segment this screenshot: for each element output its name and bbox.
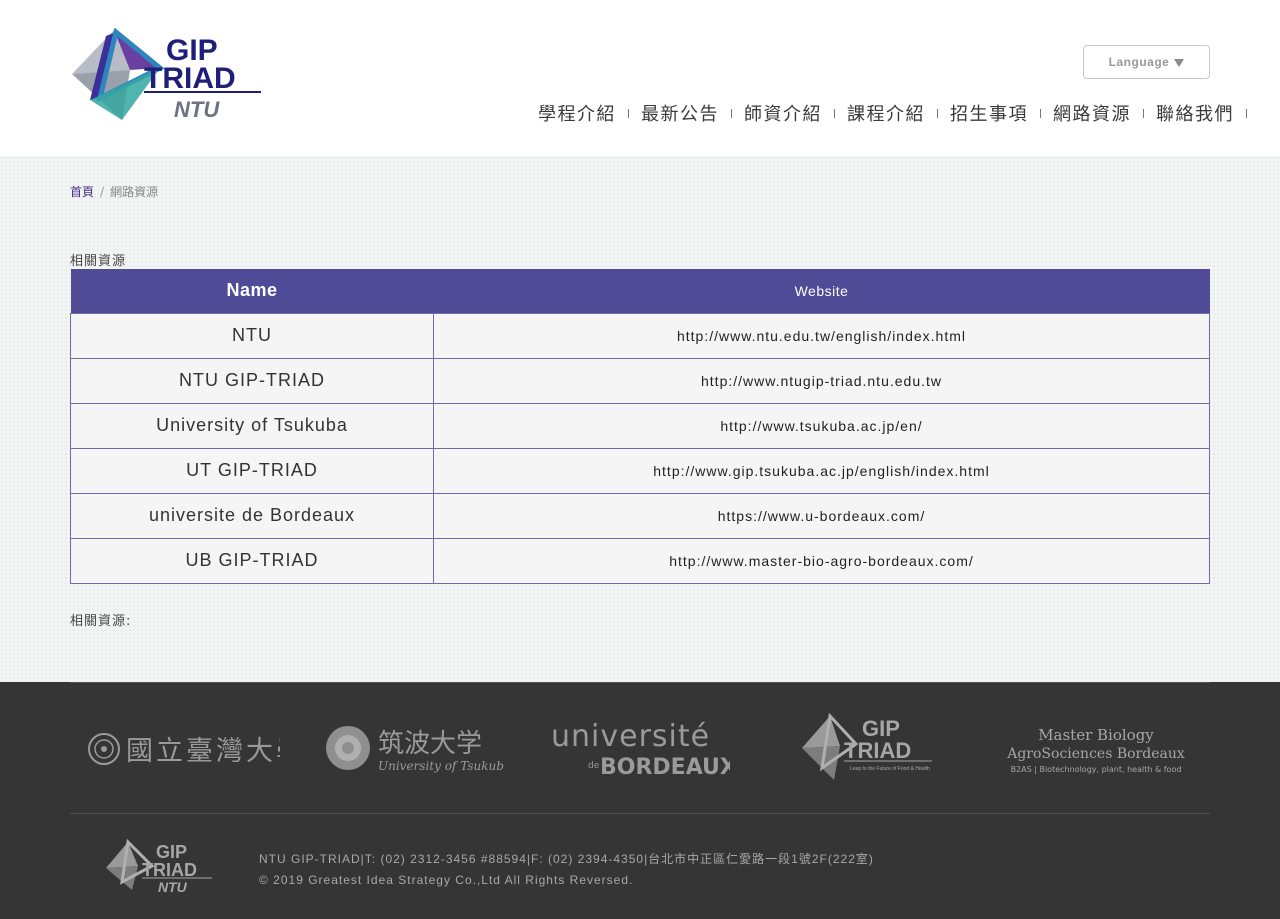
- logo-text-ntu: NTU: [174, 97, 220, 122]
- nav-item-contact[interactable]: 聯絡我們: [1156, 100, 1234, 126]
- nav-divider: [628, 108, 629, 118]
- resource-website-link[interactable]: https://www.u-bordeaux.com/: [433, 492, 1210, 539]
- table-row: UT GIP-TRIAD http://www.gip.tsukuba.ac.j…: [70, 447, 1210, 494]
- tsukuba-logo-text: 筑波大学: [378, 729, 482, 759]
- gip-triad-partner-subtext: TRIAD: [844, 738, 911, 763]
- caret-down-icon: [1174, 58, 1185, 67]
- nav-item-web-resources[interactable]: 網路資源: [1053, 100, 1131, 126]
- section-footer-text: 相關資源:: [70, 614, 132, 629]
- bordeaux-logo-subtext: BORDEAUX: [600, 755, 730, 780]
- breadcrumb-separator: /: [100, 184, 105, 199]
- nav-divider: [1143, 108, 1144, 118]
- gip-triad-partner-logo[interactable]: GIP TRIAD Leap to the Future of Food & H…: [800, 708, 936, 788]
- footer-logo-text-gip: GIP: [156, 842, 187, 862]
- ntu-logo[interactable]: 國立臺灣大學: [86, 708, 280, 788]
- gip-triad-partner-tagline: Leap to the Future of Food & Health: [850, 766, 930, 772]
- nav-item-faculty[interactable]: 師資介紹: [744, 100, 822, 126]
- resource-name: NTU GIP-TRIAD: [70, 357, 434, 404]
- main-content: 首頁 / 網路資源 相關資源 Name Website NTU http://w…: [0, 156, 1280, 682]
- resource-name: UT GIP-TRIAD: [70, 447, 434, 494]
- language-dropdown[interactable]: Language: [1083, 45, 1210, 79]
- table-row: universite de Bordeaux https://www.u-bor…: [70, 492, 1210, 539]
- nav-divider: [937, 108, 938, 118]
- resource-name: UB GIP-TRIAD: [70, 537, 434, 584]
- tsukuba-logo-subtext: University of Tsukuba: [378, 759, 504, 773]
- master-bio-logo[interactable]: Master Biology AgroSociences Bordeaux B2…: [996, 708, 1196, 788]
- footer-logo-text-ntu: NTU: [158, 879, 188, 894]
- partner-logos: 國立臺灣大學 筑波大学 University of Tsukuba univer…: [70, 708, 1210, 788]
- nav-divider: [731, 108, 732, 118]
- footer-divider: [70, 813, 1210, 814]
- nav-divider: [1040, 108, 1041, 118]
- resource-name: NTU: [70, 312, 434, 359]
- bordeaux-logo-de: de: [588, 761, 600, 771]
- footer-gip-triad-logo[interactable]: GIP TRIAD NTU: [104, 838, 216, 894]
- nav-item-admissions[interactable]: 招生事項: [950, 100, 1028, 126]
- footer-contact-info: NTU GIP-TRIAD|T: (02) 2312-3456 #88594|F…: [259, 852, 874, 866]
- breadcrumb: 首頁 / 網路資源: [70, 183, 158, 200]
- table-row: NTU GIP-TRIAD http://www.ntugip-triad.nt…: [70, 357, 1210, 404]
- resource-name: University of Tsukuba: [70, 402, 434, 449]
- nav-item-program-intro[interactable]: 學程介紹: [538, 100, 616, 126]
- resource-website-link[interactable]: http://www.ntu.edu.tw/english/index.html: [433, 312, 1210, 359]
- site-footer: 國立臺灣大學 筑波大学 University of Tsukuba univer…: [0, 682, 1280, 919]
- resource-website-link[interactable]: http://www.gip.tsukuba.ac.jp/english/ind…: [433, 447, 1210, 494]
- footer-copyright: © 2019 Greatest Idea Strategy Co.,Ltd Al…: [259, 873, 634, 887]
- breadcrumb-home-link[interactable]: 首頁: [70, 183, 94, 200]
- ntu-logo-text: 國立臺灣大學: [126, 736, 280, 767]
- table-row: University of Tsukuba http://www.tsukuba…: [70, 402, 1210, 449]
- resource-website-link[interactable]: http://www.ntugip-triad.ntu.edu.tw: [433, 357, 1210, 404]
- nav-item-courses[interactable]: 課程介紹: [847, 100, 925, 126]
- tsukuba-logo[interactable]: 筑波大学 University of Tsukuba: [322, 708, 504, 788]
- table-row: UB GIP-TRIAD http://www.master-bio-agro-…: [70, 537, 1210, 584]
- resource-name: universite de Bordeaux: [70, 492, 434, 539]
- section-title: 相關資源: [70, 254, 127, 269]
- master-bio-line2: AgroSociences Bordeaux: [1006, 746, 1185, 762]
- nav-divider: [1246, 108, 1247, 118]
- logo-text-triad: TRIAD: [144, 62, 236, 95]
- resources-table: Name Website NTU http://www.ntu.edu.tw/e…: [70, 269, 1210, 584]
- breadcrumb-current: 網路資源: [110, 185, 159, 199]
- table-header-row: Name Website: [70, 269, 1210, 313]
- column-header-name: Name: [70, 269, 434, 313]
- footer-logo-text-triad: TRIAD: [142, 860, 197, 880]
- nav-item-news[interactable]: 最新公告: [641, 100, 719, 126]
- language-label: Language: [1108, 55, 1170, 69]
- footer-divider: [70, 682, 1210, 683]
- main-nav: 學程介紹 最新公告 師資介紹 課程介紹 招生事項 網路資源 聯絡我們: [538, 100, 1259, 126]
- bordeaux-logo-text: université: [551, 719, 710, 754]
- site-header: GIP TRIAD NTU Language 學程介紹 最新公告 師資介紹 課程…: [0, 0, 1280, 156]
- resource-website-link[interactable]: http://www.master-bio-agro-bordeaux.com/: [433, 537, 1210, 584]
- bordeaux-logo[interactable]: université de BORDEAUX: [550, 708, 730, 788]
- resource-website-link[interactable]: http://www.tsukuba.ac.jp/en/: [433, 402, 1210, 449]
- gip-triad-logo[interactable]: GIP TRIAD NTU: [70, 28, 265, 122]
- master-bio-line3: B2AS | Biotechnology, plant, health & fo…: [1011, 765, 1182, 774]
- master-bio-line1: Master Biology: [1038, 726, 1154, 744]
- table-row: NTU http://www.ntu.edu.tw/english/index.…: [70, 312, 1210, 359]
- nav-divider: [834, 108, 835, 118]
- column-header-website: Website: [433, 269, 1210, 313]
